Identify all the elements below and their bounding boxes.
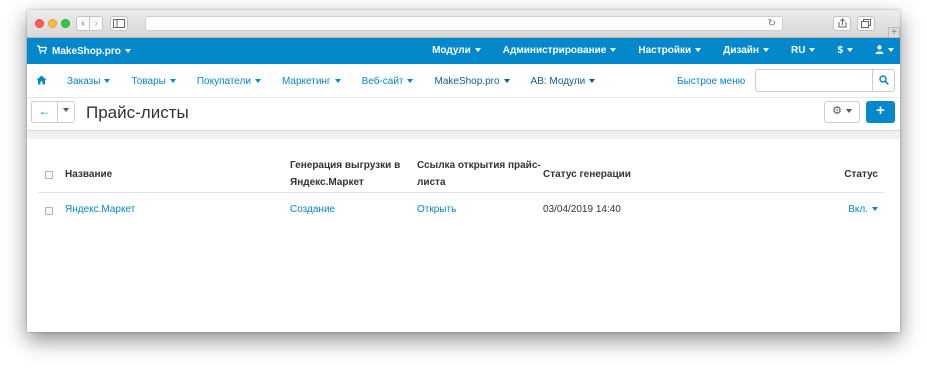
- header-link-line2: листа: [417, 177, 446, 188]
- row-open-link[interactable]: Открыть: [417, 204, 456, 215]
- close-window-button[interactable]: [35, 19, 44, 28]
- chevron-down-icon: [407, 79, 414, 83]
- page-header: ← Прайс-листы ⚙ +: [27, 98, 900, 131]
- quick-menu-link[interactable]: Быстрое меню: [677, 76, 745, 87]
- row-status-dropdown[interactable]: Вкл.: [848, 204, 878, 215]
- chevron-down-icon: [589, 79, 596, 83]
- topmenu-modules-label: Модули: [432, 45, 471, 56]
- chevron-down-icon: [334, 79, 341, 83]
- topmenu-design[interactable]: Дизайн: [723, 45, 769, 56]
- topmenu-settings[interactable]: Настройки: [638, 45, 702, 56]
- address-bar[interactable]: ↻: [145, 16, 783, 31]
- gear-icon: ⚙: [832, 105, 842, 117]
- nav-ab-modules-label: AB: Модули: [530, 76, 586, 87]
- nav-orders-label: Заказы: [67, 76, 101, 87]
- header-link-line1: Ссылка открытия прайс-: [417, 160, 541, 171]
- header-gen-status: Статус генерации: [543, 169, 631, 180]
- topmenu-design-label: Дизайн: [723, 45, 759, 56]
- nav-products[interactable]: Товары: [131, 76, 176, 87]
- brand-menu[interactable]: MakeShop.pro: [37, 45, 131, 57]
- chevron-down-icon: [872, 207, 878, 211]
- back-dropdown-button[interactable]: [57, 101, 75, 123]
- nav-menu: Заказы Товары Покупатели Маркетинг Веб-с…: [67, 76, 616, 87]
- settings-dropdown-button[interactable]: ⚙: [824, 101, 860, 123]
- cart-icon: [37, 45, 48, 57]
- nav-makeshop-label: MakeShop.pro: [434, 76, 500, 87]
- chevron-down-icon: [104, 79, 111, 83]
- home-icon[interactable]: [36, 75, 47, 85]
- header-generation: Генерация выгрузки в Яндекс.Маркет: [290, 157, 400, 191]
- chevron-down-icon: [63, 108, 69, 112]
- page-title: Прайс-листы: [86, 103, 189, 122]
- sidebar-toggle-icon[interactable]: [110, 16, 128, 31]
- header-generation-line2: Яндекс.Маркет: [290, 177, 364, 188]
- row-gen-status: 03/04/2019 14:40: [543, 204, 621, 215]
- topmenu-currency-label: $: [837, 45, 843, 56]
- topmenu-user[interactable]: [875, 45, 894, 56]
- chevron-down-icon: [503, 79, 510, 83]
- topmenu-language[interactable]: RU: [790, 45, 816, 56]
- user-icon: [875, 45, 884, 54]
- nav-marketing-label: Маркетинг: [281, 76, 331, 87]
- chevron-down-icon: [610, 48, 617, 52]
- browser-toolbar: ‹ › ↻ +: [27, 10, 900, 38]
- nav-website-label: Веб-сайт: [361, 76, 404, 87]
- browser-forward-button[interactable]: ›: [89, 16, 103, 31]
- tabs-overview-icon[interactable]: [857, 16, 875, 31]
- row-checkbox[interactable]: [45, 207, 53, 215]
- chevron-down-icon: [169, 79, 176, 83]
- header-link: Ссылка открытия прайс- листа: [417, 157, 541, 191]
- add-pricelist-button[interactable]: +: [866, 101, 895, 123]
- pricelists-table: Название Генерация выгрузки в Яндекс.Мар…: [38, 153, 884, 227]
- new-tab-button[interactable]: +: [888, 27, 900, 38]
- browser-back-button[interactable]: ‹: [76, 16, 90, 31]
- brand-label: MakeShop.pro: [52, 46, 121, 57]
- nav-marketing[interactable]: Маркетинг: [282, 76, 341, 87]
- row-status-label: Вкл.: [848, 204, 868, 215]
- admin-topbar: MakeShop.pro Модули Администрирование На…: [27, 38, 900, 64]
- nav-products-label: Товары: [131, 76, 166, 87]
- header-status: Статус: [844, 169, 878, 180]
- topmenu-settings-label: Настройки: [638, 45, 692, 56]
- nav-customers[interactable]: Покупатели: [197, 76, 261, 87]
- chevron-down-icon: [809, 48, 816, 52]
- reload-icon[interactable]: ↻: [768, 18, 776, 29]
- search-icon: [878, 75, 889, 85]
- row-name-link[interactable]: Яндекс.Маркет: [65, 204, 135, 215]
- header-generation-line1: Генерация выгрузки в: [290, 160, 401, 171]
- nav-customers-label: Покупатели: [196, 76, 251, 87]
- nav-ab-modules[interactable]: AB: Модули: [531, 76, 596, 87]
- topmenu-administration-label: Администрирование: [502, 45, 607, 56]
- chevron-down-icon: [695, 48, 702, 52]
- share-icon[interactable]: [833, 16, 851, 31]
- topmenu-currency[interactable]: $: [837, 45, 853, 56]
- minimize-window-button[interactable]: [48, 19, 57, 28]
- chevron-down-icon: [124, 49, 131, 53]
- chevron-down-icon: [847, 48, 853, 52]
- main-nav: Заказы Товары Покупатели Маркетинг Веб-с…: [27, 64, 900, 98]
- top-menu: Модули Администрирование Настройки Дизай…: [410, 45, 894, 56]
- chevron-down-icon: [845, 109, 852, 113]
- nav-orders[interactable]: Заказы: [67, 76, 111, 87]
- divider: [27, 131, 900, 139]
- select-all-checkbox[interactable]: [45, 171, 53, 179]
- nav-website[interactable]: Веб-сайт: [362, 76, 414, 87]
- table-header: Название Генерация выгрузки в Яндекс.Мар…: [38, 153, 884, 193]
- topmenu-administration[interactable]: Администрирование: [503, 45, 617, 56]
- nav-makeshop[interactable]: MakeShop.pro: [434, 76, 510, 87]
- chevron-down-icon: [762, 48, 769, 52]
- topmenu-language-label: RU: [790, 45, 806, 56]
- chevron-down-icon: [254, 79, 261, 83]
- search-input[interactable]: [755, 69, 872, 92]
- table-row: Яндекс.Маркет Создание Открыть 03/04/201…: [38, 193, 884, 227]
- topmenu-modules[interactable]: Модули: [432, 45, 481, 56]
- header-name: Название: [65, 169, 113, 180]
- zoom-window-button[interactable]: [61, 19, 70, 28]
- row-generate-link[interactable]: Создание: [290, 204, 335, 215]
- back-button[interactable]: ←: [31, 101, 58, 123]
- search-button[interactable]: [872, 69, 895, 92]
- chevron-down-icon: [474, 48, 481, 52]
- browser-window: ‹ › ↻ + MakeShop.pro Модули Администриро…: [27, 10, 900, 332]
- chevron-down-icon: [888, 48, 894, 52]
